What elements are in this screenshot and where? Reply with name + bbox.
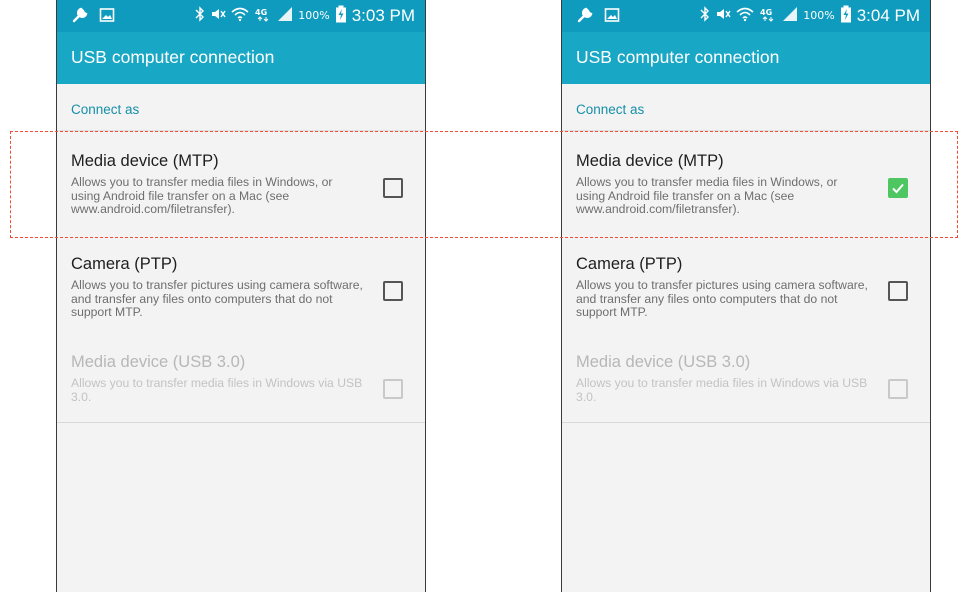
option-title: Camera (PTP) [576, 255, 683, 273]
mtp-checkbox[interactable] [383, 178, 403, 198]
ptp-checkbox[interactable] [383, 281, 403, 301]
app-bar: USB computer connection [57, 32, 425, 84]
option-description: Allows you to transfer media files in Wi… [576, 376, 868, 404]
option-title: Media device (MTP) [71, 152, 219, 170]
page-title: USB computer connection [576, 47, 780, 67]
divider [57, 130, 425, 131]
usb3-checkbox [383, 379, 403, 399]
page-title: USB computer connection [71, 47, 275, 67]
bluetooth-icon [195, 6, 205, 25]
status-bar: 4G 100% 3:03 PM [57, 0, 425, 32]
section-header: Connect as [576, 102, 645, 117]
option-camera-ptp[interactable]: Camera (PTP) Allows you to transfer pict… [57, 243, 425, 339]
usb3-checkbox [888, 379, 908, 399]
network-4g-icon: 4G [759, 6, 777, 25]
wifi-icon [736, 6, 754, 25]
app-bar: USB computer connection [562, 32, 930, 84]
option-title: Camera (PTP) [71, 255, 178, 273]
option-media-device-mtp[interactable]: Media device (MTP) Allows you to transfe… [57, 140, 425, 236]
wrench-icon [576, 6, 594, 28]
battery-charging-icon [335, 5, 347, 26]
mtp-checkbox[interactable] [888, 178, 908, 198]
wifi-icon [231, 6, 249, 25]
option-camera-ptp[interactable]: Camera (PTP) Allows you to transfer pict… [562, 243, 930, 339]
battery-percent: 100% [298, 9, 330, 22]
image-icon [99, 7, 115, 27]
ptp-checkbox[interactable] [888, 281, 908, 301]
signal-icon [277, 6, 293, 25]
checkmark-icon [892, 183, 904, 194]
svg-text:4G: 4G [255, 8, 267, 17]
section-header: Connect as [71, 102, 140, 117]
mute-icon [210, 6, 226, 25]
divider [562, 130, 930, 131]
option-description: Allows you to transfer media files in Wi… [71, 376, 363, 404]
phone-screen-after: 4G 100% 3:04 PM USB computer connection … [561, 0, 931, 592]
wrench-icon [71, 6, 89, 28]
option-description: Allows you to transfer pictures using ca… [576, 278, 868, 319]
battery-percent: 100% [803, 9, 835, 22]
option-description: Allows you to transfer media files in Wi… [71, 175, 333, 216]
bluetooth-icon [700, 6, 710, 25]
battery-charging-icon [840, 5, 852, 26]
network-4g-icon: 4G [254, 6, 272, 25]
signal-icon [782, 6, 798, 25]
divider [57, 422, 425, 423]
phone-screen-before: 4G 100% 3:03 PM USB computer connection … [56, 0, 426, 592]
svg-text:4G: 4G [760, 8, 772, 17]
option-title: Media device (USB 3.0) [71, 353, 246, 371]
divider [562, 422, 930, 423]
option-description: Allows you to transfer pictures using ca… [71, 278, 363, 319]
status-time: 3:03 PM [351, 5, 415, 25]
comparison-page: 4G 100% 3:03 PM USB computer connection … [0, 0, 968, 592]
image-icon [604, 7, 620, 27]
status-time: 3:04 PM [856, 5, 920, 25]
option-description: Allows you to transfer media files in Wi… [576, 175, 838, 216]
option-title: Media device (USB 3.0) [576, 353, 751, 371]
status-bar: 4G 100% 3:04 PM [562, 0, 930, 32]
option-title: Media device (MTP) [576, 152, 724, 170]
mute-icon [715, 6, 731, 25]
option-media-device-mtp[interactable]: Media device (MTP) Allows you to transfe… [562, 140, 930, 236]
